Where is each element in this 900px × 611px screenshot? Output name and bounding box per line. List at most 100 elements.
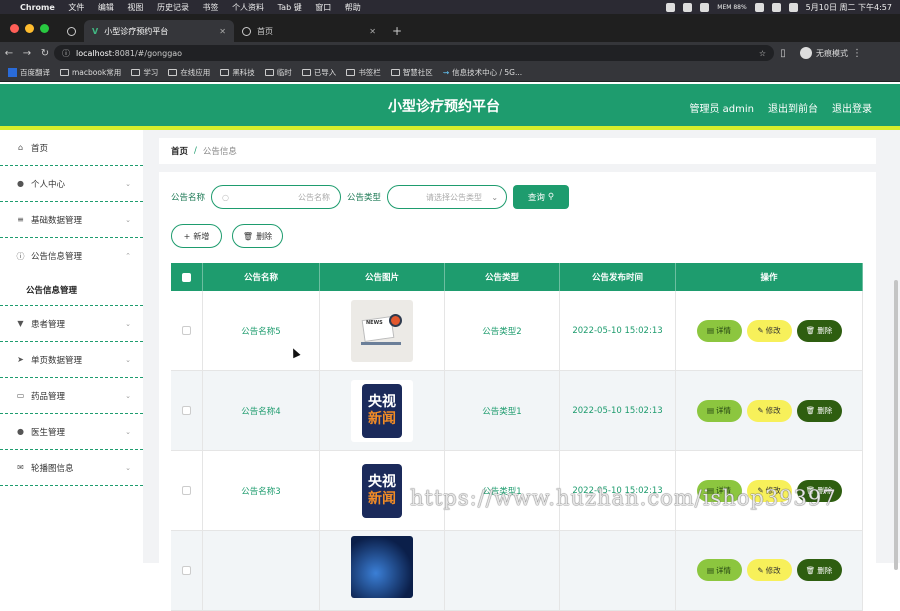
- add-button[interactable]: + 新增: [171, 224, 222, 248]
- checkbox-cell: [171, 531, 203, 610]
- bookmark-item[interactable]: 书签栏: [346, 67, 381, 78]
- bookmark-item[interactable]: 临时: [264, 67, 292, 78]
- image-cell: [320, 531, 445, 610]
- sidebar-item-single-page[interactable]: ➤ 单页数据管理 ⌄: [0, 342, 143, 378]
- edit-button[interactable]: ✎ 修改: [746, 319, 792, 342]
- bookmark-item[interactable]: macbook常用: [60, 67, 121, 78]
- maximize-window-icon[interactable]: [40, 23, 49, 33]
- sidebar-item-notice[interactable]: ⓘ 公告信息管理 ⌃: [0, 238, 143, 274]
- url-field[interactable]: ⓘ localhost :8081/#/gonggao ☆: [54, 45, 774, 61]
- watermark-text: https://www.huzhan.com/ishop39397: [410, 486, 837, 510]
- bluetooth-icon[interactable]: [771, 2, 781, 12]
- close-icon[interactable]: ✕: [219, 27, 226, 36]
- tab-label: 首页: [257, 26, 273, 36]
- incognito-indicator[interactable]: 无痕模式: [800, 47, 848, 59]
- sidebar-item-label: 轮播图信息: [31, 463, 74, 474]
- edit-button[interactable]: ✎ 修改: [746, 399, 792, 422]
- breadcrumb: 首页 / 公告信息: [159, 138, 876, 164]
- query-button[interactable]: 查询 ⚲: [513, 185, 570, 209]
- bookmark-item[interactable]: 智慧社区: [390, 67, 433, 78]
- sidebar-item-patient[interactable]: ▼ 患者管理 ⌄: [0, 306, 143, 342]
- logout-link[interactable]: 退出登录: [832, 100, 872, 115]
- clock[interactable]: 5月10日 周二 下午4:57: [806, 2, 892, 13]
- tray-icon[interactable]: [754, 2, 764, 12]
- exit-to-front-link[interactable]: 退出到前台: [768, 100, 818, 115]
- folder-icon: [346, 69, 356, 76]
- sidebar-subitem-notice-manage[interactable]: 公告信息管理: [0, 274, 143, 306]
- folder-icon: [390, 69, 400, 76]
- placeholder: 请选择公告类型: [426, 192, 483, 202]
- menu-edit[interactable]: 编辑: [98, 3, 114, 12]
- close-window-icon[interactable]: [10, 23, 19, 33]
- menu-file[interactable]: 文件: [68, 3, 84, 12]
- app-menu[interactable]: Chrome: [20, 3, 55, 12]
- star-icon[interactable]: ☆: [759, 49, 766, 58]
- more-icon[interactable]: ⋮: [848, 48, 866, 59]
- name-search-input[interactable]: ○ 公告名称: [211, 185, 342, 209]
- bookmark-item[interactable]: 黑科技: [220, 67, 255, 78]
- row-checkbox[interactable]: [182, 566, 191, 575]
- info-icon[interactable]: ⓘ: [62, 48, 70, 59]
- detail-button[interactable]: ▤ 详情: [696, 319, 742, 342]
- sidebar-item-home[interactable]: ⌂ 首页: [0, 130, 143, 166]
- scrollbar-thumb[interactable]: [894, 280, 898, 570]
- bookmark-label: 书签栏: [358, 68, 381, 77]
- chevron-down-icon: ⌄: [491, 192, 499, 202]
- sidebar-item-doctor[interactable]: ● 医生管理 ⌄: [0, 414, 143, 450]
- breadcrumb-home[interactable]: 首页: [171, 145, 188, 157]
- chevron-down-icon: ⌄: [125, 215, 131, 224]
- tab-home[interactable]: 首页 ✕: [234, 20, 384, 42]
- bookmark-item[interactable]: 已导入: [301, 67, 336, 78]
- type-select[interactable]: 请选择公告类型 ⌄: [387, 185, 508, 209]
- new-tab-button[interactable]: +: [384, 20, 410, 42]
- tray-icon[interactable]: [683, 2, 693, 12]
- del-label: 删除: [817, 565, 833, 575]
- tab-pinned[interactable]: [59, 20, 84, 42]
- row-checkbox[interactable]: [182, 326, 191, 335]
- menu-bookmarks[interactable]: 书签: [203, 3, 219, 12]
- memory-indicator[interactable]: MEM 88%: [717, 4, 746, 11]
- sidebar-toggle-icon[interactable]: ▯: [774, 48, 792, 59]
- edit-label: 修改: [765, 406, 781, 415]
- row-checkbox[interactable]: [182, 406, 191, 415]
- wifi-icon[interactable]: [788, 2, 798, 12]
- detail-button[interactable]: ▤ 详情: [696, 559, 742, 581]
- detail-button[interactable]: ▤ 详情: [696, 399, 742, 422]
- name-cell: 公告名称3: [203, 451, 320, 530]
- message-icon: ▭: [16, 391, 25, 400]
- sidebar-item-profile[interactable]: ● 个人中心 ⌄: [0, 166, 143, 202]
- tray-icon[interactable]: [700, 2, 710, 12]
- edit-button[interactable]: ✎ 修改: [746, 559, 792, 581]
- translate-icon: [8, 68, 17, 77]
- menu-history[interactable]: 历史记录: [157, 3, 189, 12]
- tab-active[interactable]: V 小型诊疗预约平台 ✕: [84, 20, 234, 42]
- delete-row-button[interactable]: 🗑 删除: [796, 559, 842, 581]
- cctv-text-bottom: 新闻: [368, 490, 396, 507]
- sidebar-item-carousel[interactable]: ✉ 轮播图信息 ⌄: [0, 450, 143, 486]
- menu-view[interactable]: 视图: [127, 3, 143, 12]
- delete-button[interactable]: 🗑 删除: [232, 224, 283, 248]
- row-checkbox[interactable]: [182, 486, 191, 495]
- sidebar-item-label: 个人中心: [31, 179, 66, 190]
- delete-row-button[interactable]: 🗑 删除: [796, 319, 842, 342]
- bookmark-item[interactable]: 百度翻译: [8, 67, 50, 78]
- tray-icon[interactable]: [666, 2, 676, 12]
- menu-window[interactable]: 窗口: [315, 3, 331, 12]
- sidebar-item-medicine[interactable]: ▭ 药品管理 ⌄: [0, 378, 143, 414]
- page-scrollbar[interactable]: [892, 130, 900, 570]
- sidebar-item-base-data[interactable]: ≡ 基础数据管理 ⌄: [0, 202, 143, 238]
- bookmark-label: 黑科技: [232, 68, 255, 77]
- bookmark-item[interactable]: 学习: [131, 67, 158, 78]
- bookmark-item[interactable]: ⇝ 信息技术中心 / 5G...: [443, 67, 522, 78]
- menu-tab[interactable]: Tab 键: [278, 3, 302, 12]
- select-all-checkbox[interactable]: [182, 272, 191, 282]
- menu-help[interactable]: 帮助: [345, 3, 361, 12]
- reload-icon[interactable]: ↻: [36, 48, 54, 59]
- bookmark-item[interactable]: 在线应用: [168, 67, 210, 78]
- menu-profile[interactable]: 个人资料: [232, 3, 264, 12]
- close-icon[interactable]: ✕: [369, 27, 376, 36]
- minimize-window-icon[interactable]: [25, 23, 34, 33]
- forward-icon[interactable]: →: [18, 48, 36, 59]
- delete-row-button[interactable]: 🗑 删除: [796, 399, 842, 422]
- back-icon[interactable]: ←: [0, 48, 18, 59]
